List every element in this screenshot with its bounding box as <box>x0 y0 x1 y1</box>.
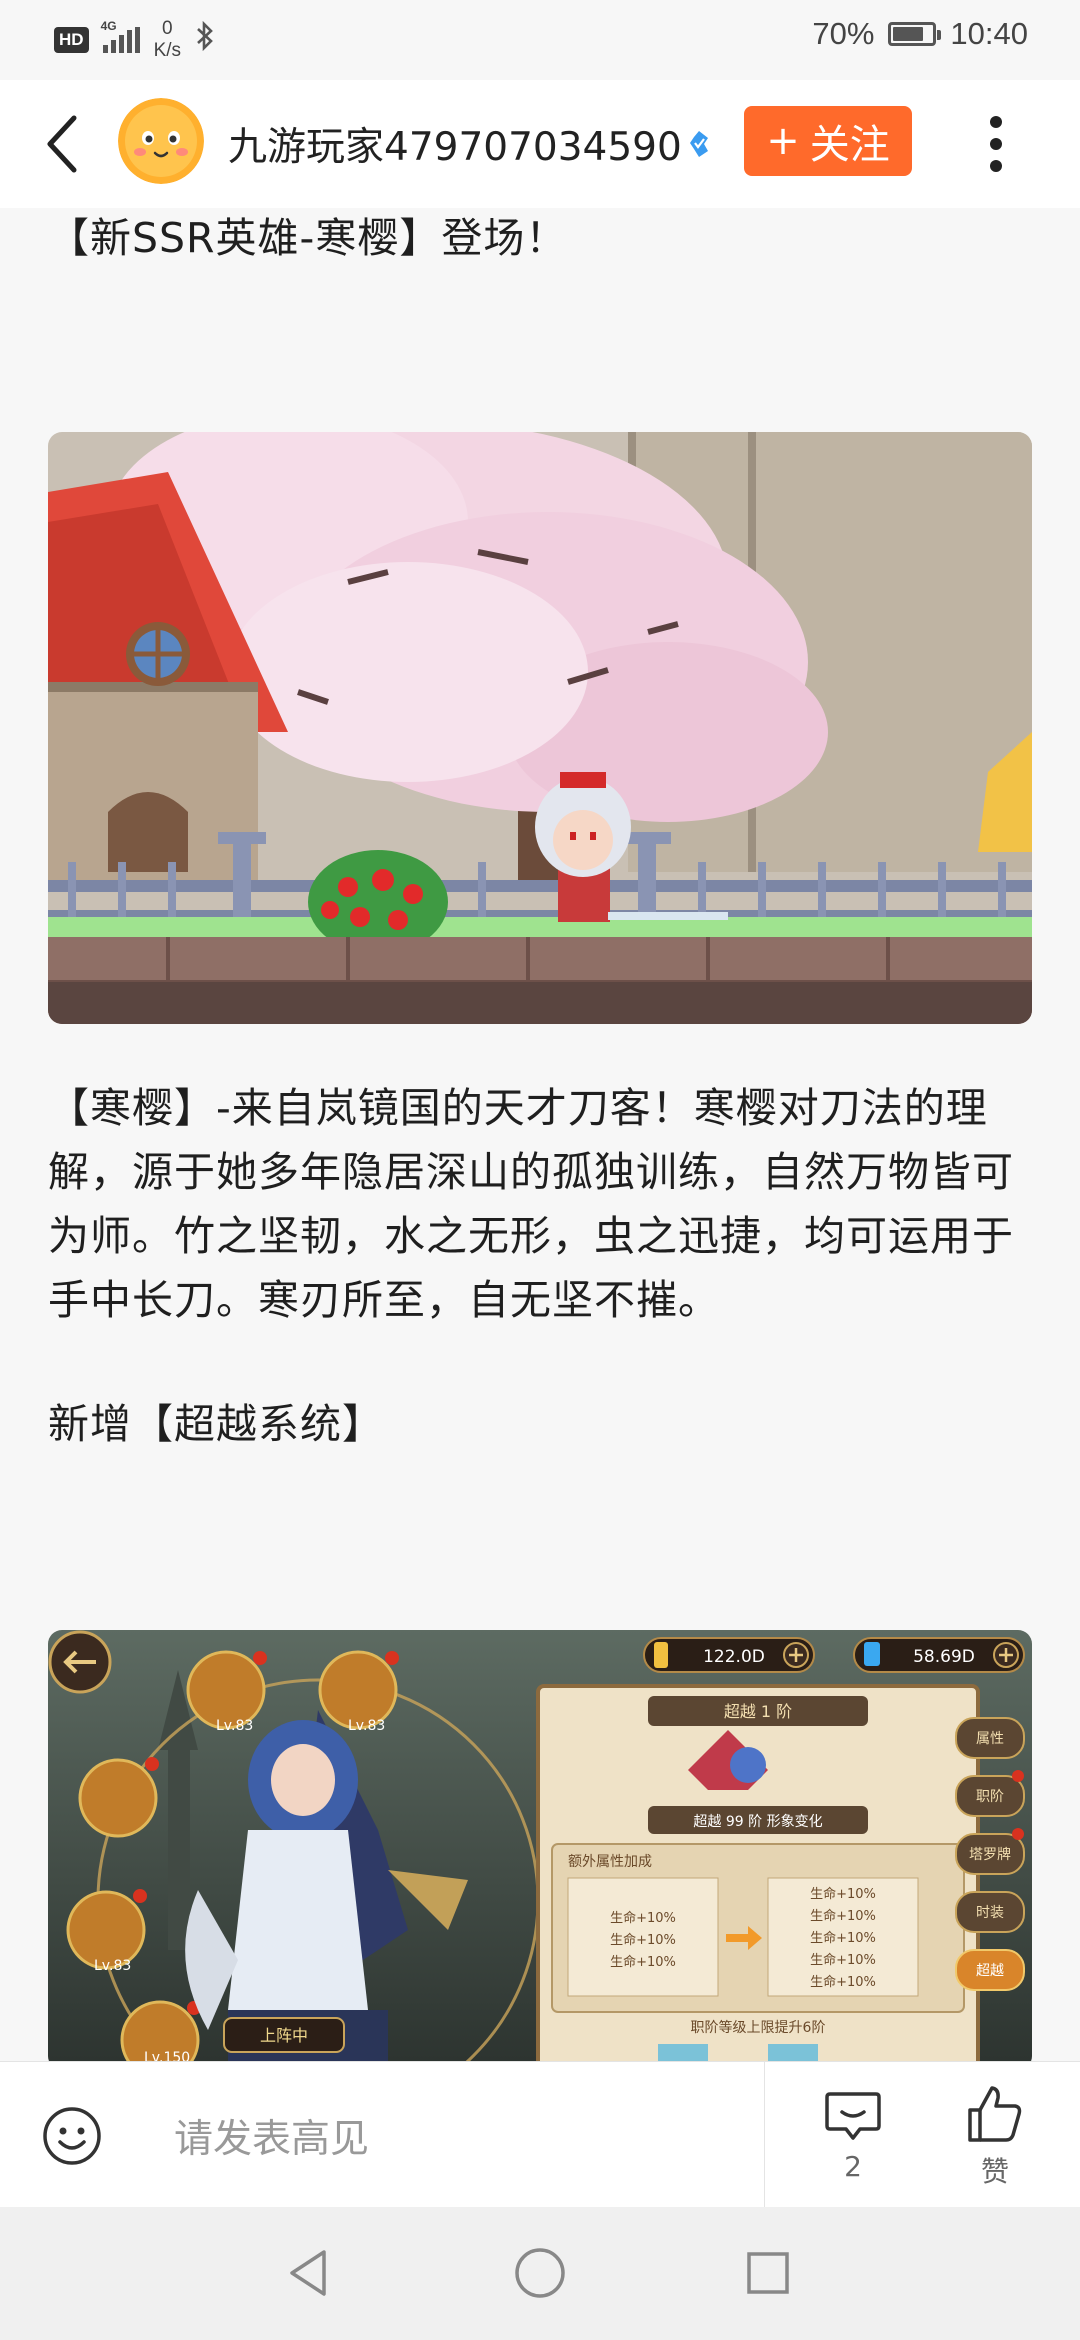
smiley-icon <box>43 2107 101 2165</box>
hero-description: 【寒樱】-来自岚镜国的天才刀客！寒樱对刀法的理解，源于她多年隐居深山的孤独训练，… <box>48 1084 1014 1324</box>
level-label: Lv.150 <box>144 2050 190 2061</box>
status-bar: HD 4G 0 K/s 70% 10:40 <box>0 0 1080 80</box>
avatar[interactable] <box>118 98 204 184</box>
triangle-back-icon <box>290 2250 326 2296</box>
level-label: Lv.83 <box>216 1718 253 1734</box>
gem-amount: 58.69D <box>913 1647 975 1667</box>
back-button[interactable] <box>30 102 94 186</box>
speed-unit: K/s <box>153 40 182 61</box>
follow-label: 关注 <box>809 122 890 168</box>
author-name[interactable]: 九游玩家479707034590 <box>228 116 682 172</box>
network-type: 4G <box>100 19 117 33</box>
network-speed: 0 K/s <box>154 18 181 62</box>
square-recents-icon <box>747 2252 789 2294</box>
side-tab: 塔罗牌 <box>969 1846 1011 1863</box>
side-tab: 超越 <box>976 1963 1004 1979</box>
system-nav-bar <box>0 2207 1080 2340</box>
article-content[interactable]: 【新SSR英雄-寒樱】登场！ 【寒樱】-来自岚镜国的天才刀客！寒樱对刀法的理解，… <box>0 208 1080 2061</box>
bonus-left: 生命+10% <box>610 1954 676 1970</box>
bonus-left: 生命+10% <box>610 1910 676 1926</box>
more-vertical-icon <box>990 116 1002 128</box>
bonus-right: 生命+10% <box>810 1908 876 1924</box>
plus-icon: + <box>766 118 800 164</box>
hero-pixel-art-image[interactable] <box>48 432 1032 1024</box>
emoji-button[interactable] <box>40 2104 104 2168</box>
comment-count: 2 <box>844 2150 862 2183</box>
comment-bubble-icon <box>825 2092 881 2140</box>
nav-recents-button[interactable] <box>736 2241 800 2305</box>
bonus-title: 额外属性加成 <box>568 1854 652 1870</box>
new-system-text: 新增【超越系统】 <box>48 1400 384 1448</box>
tier-caption: 超越 99 阶 形象变化 <box>693 1814 822 1830</box>
bonus-left: 生命+10% <box>610 1932 676 1948</box>
side-tab: 属性 <box>976 1731 1004 1747</box>
back-arrow-icon <box>47 115 77 173</box>
verified-icon <box>689 131 708 157</box>
nav-back-button[interactable] <box>276 2241 340 2305</box>
battery-percent: 70% <box>812 16 875 51</box>
follow-button[interactable]: + 关注 <box>744 106 912 176</box>
side-tab: 时装 <box>976 1905 1004 1921</box>
bluetooth-icon <box>195 20 215 59</box>
hd-badge: HD <box>54 27 89 53</box>
panel-footer: 职阶等级上限提升6阶 <box>691 2019 826 2036</box>
bonus-right: 生命+10% <box>810 1974 876 1990</box>
deploy-status: 上阵中 <box>260 2026 308 2045</box>
bonus-right: 生命+10% <box>810 1930 876 1946</box>
nav-home-button[interactable] <box>508 2241 572 2305</box>
thumbs-up-icon <box>968 2086 1022 2142</box>
game-screenshot-image[interactable]: Lv.83 Lv.83 Lv.83 Lv.150 上阵中 122.0D 58.6… <box>48 1630 1032 2061</box>
app-header: 九游玩家479707034590 + 关注 <box>0 80 1080 208</box>
battery-icon <box>888 22 942 46</box>
circle-home-icon <box>515 2248 565 2298</box>
level-label: Lv.83 <box>94 1958 131 1974</box>
side-tab: 职阶 <box>976 1789 1004 1805</box>
divider <box>764 2062 765 2208</box>
comment-bar: 请发表高见 2 赞 <box>0 2061 1080 2208</box>
article-headline: 【新SSR英雄-寒樱】登场！ <box>48 214 568 262</box>
like-label: 赞 <box>980 2155 1009 2188</box>
bonus-right: 生命+10% <box>810 1886 876 1902</box>
more-button[interactable] <box>966 104 1026 184</box>
panel-title: 超越 1 阶 <box>724 1702 792 1721</box>
clock: 10:40 <box>950 16 1028 51</box>
speed-value: 0 <box>162 18 173 39</box>
comment-button[interactable]: 2 <box>820 2090 886 2183</box>
comment-input[interactable]: 请发表高见 <box>174 2108 369 2164</box>
level-label: Lv.83 <box>348 1718 385 1734</box>
like-button[interactable]: 赞 <box>962 2084 1028 2190</box>
gold-amount: 122.0D <box>703 1647 765 1667</box>
bonus-right: 生命+10% <box>810 1952 876 1968</box>
signal-icon: 4G <box>101 19 140 53</box>
